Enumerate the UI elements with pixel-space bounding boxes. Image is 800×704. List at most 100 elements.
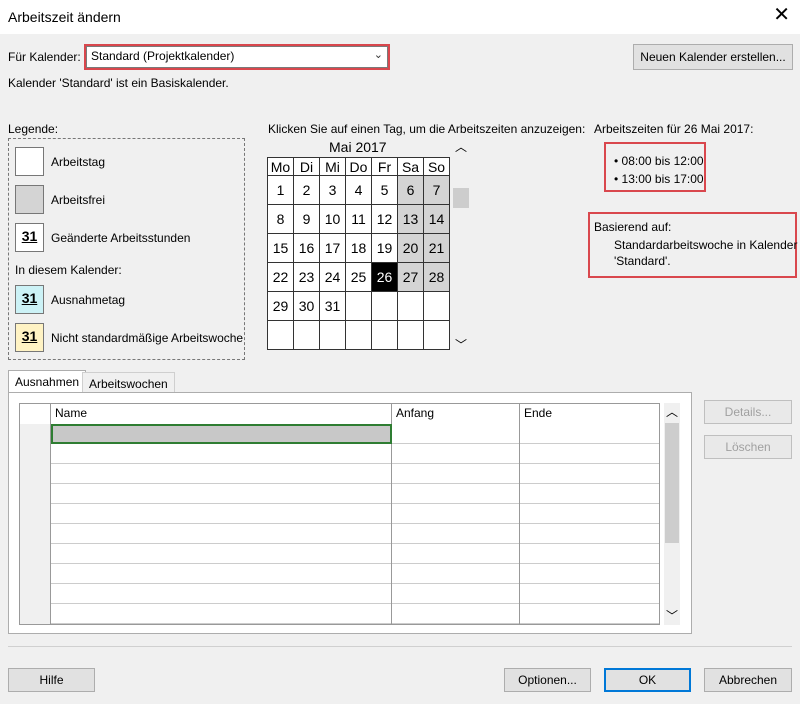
row-header[interactable] <box>20 524 51 544</box>
start-cell[interactable] <box>392 524 520 544</box>
row-header[interactable] <box>20 584 51 604</box>
start-cell[interactable] <box>392 564 520 584</box>
close-icon[interactable]: ✕ <box>773 5 790 25</box>
calendar-day[interactable] <box>371 291 398 321</box>
column-header-start[interactable]: Anfang <box>392 404 520 424</box>
name-cell[interactable] <box>51 484 392 504</box>
calendar-day[interactable] <box>345 320 372 350</box>
name-cell[interactable] <box>51 464 392 484</box>
calendar-day[interactable]: 25 <box>345 262 372 292</box>
name-cell[interactable] <box>51 564 392 584</box>
new-calendar-button[interactable]: Neuen Kalender erstellen... <box>633 44 793 70</box>
delete-button[interactable]: Löschen <box>704 435 792 459</box>
row-header[interactable] <box>20 444 51 464</box>
table-row[interactable] <box>20 584 659 604</box>
start-cell[interactable] <box>392 444 520 464</box>
chevron-down-icon[interactable]: ﹀ <box>666 607 678 624</box>
calendar-day[interactable]: 27 <box>397 262 424 292</box>
name-cell-selected[interactable] <box>51 424 392 444</box>
chevron-up-icon[interactable]: ︿ <box>455 138 467 155</box>
calendar-day[interactable]: 7 <box>423 175 450 205</box>
calendar-day[interactable] <box>397 320 424 350</box>
calendar-day[interactable]: 23 <box>293 262 320 292</box>
calendar-day[interactable]: 17 <box>319 233 346 263</box>
start-cell[interactable] <box>392 584 520 604</box>
start-cell[interactable] <box>392 464 520 484</box>
calendar-day[interactable]: 2 <box>293 175 320 205</box>
calendar-day[interactable]: 18 <box>345 233 372 263</box>
column-header-end[interactable]: Ende <box>520 404 659 424</box>
name-cell[interactable] <box>51 604 392 624</box>
calendar-day[interactable]: 5 <box>371 175 398 205</box>
row-header[interactable] <box>20 544 51 564</box>
calendar-day[interactable] <box>371 320 398 350</box>
calendar-day[interactable]: 14 <box>423 204 450 234</box>
start-cell[interactable] <box>392 504 520 524</box>
details-button[interactable]: Details... <box>704 400 792 424</box>
table-row[interactable] <box>20 444 659 464</box>
row-header[interactable] <box>20 564 51 584</box>
calendar-day[interactable]: 28 <box>423 262 450 292</box>
table-row[interactable] <box>20 524 659 544</box>
calendar-day[interactable]: 20 <box>397 233 424 263</box>
table-row[interactable] <box>20 564 659 584</box>
calendar-day[interactable] <box>267 320 294 350</box>
calendar-day[interactable]: 3 <box>319 175 346 205</box>
calendar-day[interactable]: 15 <box>267 233 294 263</box>
calendar-day[interactable]: 22 <box>267 262 294 292</box>
tab-exceptions[interactable]: Ausnahmen <box>8 370 87 394</box>
calendar-day[interactable] <box>345 291 372 321</box>
cancel-button[interactable]: Abbrechen <box>704 668 792 692</box>
calendar-day-selected[interactable]: 26 <box>371 262 398 292</box>
name-cell[interactable] <box>51 504 392 524</box>
calendar-day[interactable]: 24 <box>319 262 346 292</box>
name-cell[interactable] <box>51 584 392 604</box>
calendar-day[interactable]: 1 <box>267 175 294 205</box>
row-header[interactable] <box>20 604 51 624</box>
name-cell[interactable] <box>51 524 392 544</box>
column-header-name[interactable]: Name <box>51 404 392 424</box>
row-header[interactable] <box>20 504 51 524</box>
calendar-day[interactable]: 8 <box>267 204 294 234</box>
calendar-day[interactable] <box>293 320 320 350</box>
calendar-day[interactable] <box>319 320 346 350</box>
calendar-scroll-thumb[interactable] <box>453 188 469 208</box>
help-button[interactable]: Hilfe <box>8 668 95 692</box>
calendar-day[interactable]: 31 <box>319 291 346 321</box>
calendar-select[interactable]: Standard (Projektkalender) ⌄ <box>86 46 388 68</box>
grid-scrollbar[interactable]: ︿ ﹀ <box>664 403 680 625</box>
ok-button[interactable]: OK <box>604 668 691 692</box>
start-cell[interactable] <box>392 484 520 504</box>
end-cell[interactable] <box>520 424 659 444</box>
calendar-day[interactable] <box>423 291 450 321</box>
table-row[interactable] <box>20 604 659 624</box>
options-button[interactable]: Optionen... <box>504 668 591 692</box>
chevron-up-icon[interactable]: ︿ <box>666 403 678 420</box>
start-cell[interactable] <box>392 544 520 564</box>
calendar-day[interactable]: 9 <box>293 204 320 234</box>
row-header[interactable] <box>20 484 51 504</box>
calendar-day[interactable]: 21 <box>423 233 450 263</box>
tab-work-weeks[interactable]: Arbeitswochen <box>82 372 175 392</box>
calendar-day[interactable] <box>423 320 450 350</box>
calendar-day[interactable]: 12 <box>371 204 398 234</box>
chevron-down-icon[interactable]: ﹀ <box>455 336 467 353</box>
calendar-day[interactable]: 13 <box>397 204 424 234</box>
table-row[interactable] <box>20 504 659 524</box>
row-header[interactable] <box>20 424 51 444</box>
table-row[interactable] <box>20 464 659 484</box>
name-cell[interactable] <box>51 444 392 464</box>
calendar-day[interactable]: 10 <box>319 204 346 234</box>
table-row[interactable] <box>20 484 659 504</box>
calendar-scrollbar[interactable]: ︿ ﹀ <box>453 138 469 354</box>
calendar-day[interactable]: 19 <box>371 233 398 263</box>
calendar-day[interactable] <box>397 291 424 321</box>
start-cell[interactable] <box>392 604 520 624</box>
row-header[interactable] <box>20 464 51 484</box>
calendar-day[interactable]: 11 <box>345 204 372 234</box>
calendar-day[interactable]: 6 <box>397 175 424 205</box>
table-row[interactable] <box>20 424 659 444</box>
calendar-day[interactable]: 30 <box>293 291 320 321</box>
table-row[interactable] <box>20 544 659 564</box>
calendar-day[interactable]: 16 <box>293 233 320 263</box>
